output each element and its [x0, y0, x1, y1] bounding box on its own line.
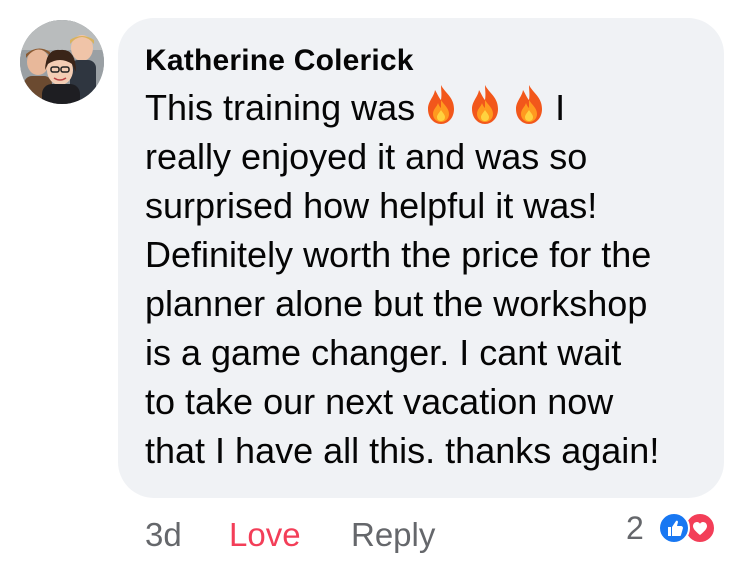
fire-emoji-group: [419, 82, 551, 132]
comment-timestamp[interactable]: 3d: [145, 516, 182, 554]
comment-author[interactable]: Katherine Colerick: [145, 42, 698, 80]
comment-line: This training was I: [145, 82, 698, 132]
comment-line: Definitely worth the price for the: [145, 234, 652, 275]
comment-line: is a game changer. I cant wait: [145, 332, 622, 373]
reaction-count: 2: [626, 510, 644, 546]
comment-line: to take our next vacation now: [145, 381, 614, 422]
avatar[interactable]: [20, 20, 104, 104]
comment-line: that I have all this. thanks again!: [145, 430, 660, 471]
comment-bubble: Katherine Colerick This training was I re…: [118, 18, 724, 498]
comment-line: surprised how helpful it was!: [145, 185, 598, 226]
comment-line: planner alone but the workshop: [145, 283, 648, 324]
comment-line-text: I: [555, 87, 566, 128]
comment-line: really enjoyed it and was so: [145, 136, 588, 177]
like-icon: [658, 512, 690, 544]
love-reaction-button[interactable]: Love: [229, 516, 301, 554]
comment-text: This training was I really enjoyed it and…: [145, 82, 698, 475]
reply-button[interactable]: Reply: [351, 516, 435, 554]
fire-icon: [419, 82, 463, 126]
fire-icon: [463, 82, 507, 126]
fire-icon: [507, 82, 551, 126]
comment-line-text: This training was: [145, 87, 416, 128]
